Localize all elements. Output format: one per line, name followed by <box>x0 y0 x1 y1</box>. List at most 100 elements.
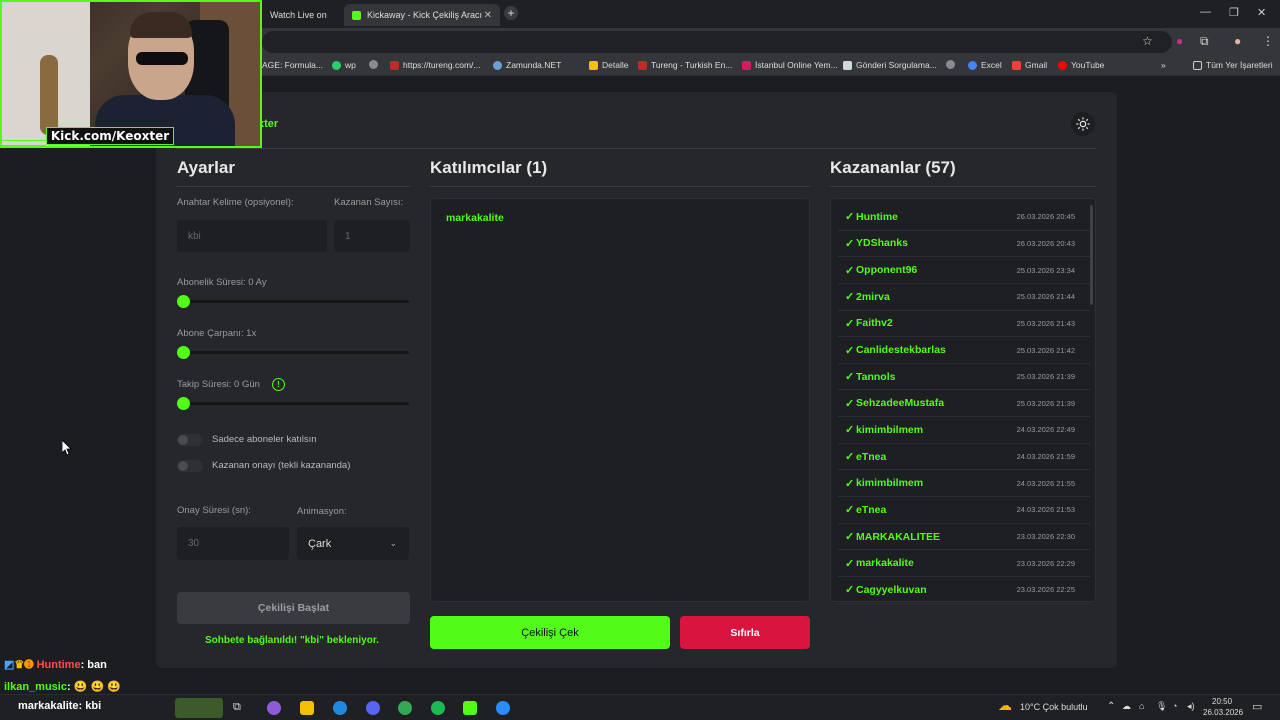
reset-button[interactable]: Sıfırla <box>680 616 810 649</box>
microphone-icon[interactable]: 🎙 <box>1156 701 1167 712</box>
winner-row: ✓ Opponent96 25.03.2026 23:34 <box>838 257 1090 284</box>
weather-icon: ☁ <box>998 697 1012 713</box>
weather-text[interactable]: 10°C Çok bulutlu <box>1020 702 1088 712</box>
winner-date: 25.03.2026 21:42 <box>1016 345 1075 355</box>
winner-confirm-toggle[interactable] <box>177 460 203 472</box>
check-icon: ✓ <box>845 397 855 410</box>
chevron-right-icon[interactable]: » <box>1161 60 1166 70</box>
bookmark-item[interactable]: https://tureng.com/... <box>390 60 480 70</box>
bookmark-item[interactable]: Detalle <box>589 60 628 70</box>
confirm-time-input[interactable]: 30 <box>177 527 289 560</box>
bookmark-item[interactable]: wp <box>332 60 356 70</box>
info-icon[interactable]: ! <box>272 378 285 391</box>
clock-time[interactable]: 20:50 <box>1212 697 1232 706</box>
task-view-icon[interactable]: ⧉ <box>233 701 247 715</box>
winner-row: ✓ Faithv2 25.03.2026 21:43 <box>838 311 1090 338</box>
file-explorer-icon[interactable] <box>300 701 314 715</box>
bookmark-item[interactable]: Zamunda.NET <box>493 60 561 70</box>
draw-winner-button[interactable]: Çekilişi Çek <box>430 616 670 649</box>
slider-thumb[interactable] <box>177 346 190 359</box>
bookmark-item[interactable]: Gmail <box>1012 60 1047 70</box>
animation-select[interactable]: Çark ⌄ <box>297 527 409 560</box>
follow-duration-slider[interactable] <box>177 402 409 405</box>
winner-row: ✓ kimimbilmem 24.03.2026 22:49 <box>838 417 1090 444</box>
clock-date[interactable]: 26.03.2026 <box>1203 708 1243 717</box>
winner-count-input[interactable]: 1 <box>334 220 410 252</box>
menu-dots-icon[interactable]: ⋮ <box>1262 34 1274 48</box>
animation-label: Animasyon: <box>297 506 347 517</box>
winner-date: 24.03.2026 21:53 <box>1016 505 1075 515</box>
obs-icon[interactable] <box>496 701 510 715</box>
copilot-icon[interactable] <box>267 701 281 715</box>
scrollbar[interactable] <box>1090 205 1093 305</box>
participants-title: Katılımcılar (1) <box>430 158 548 177</box>
participants-panel <box>430 198 810 602</box>
chevron-up-icon[interactable]: ⌃ <box>1107 701 1115 712</box>
slider-thumb[interactable] <box>177 397 190 410</box>
chrome-icon[interactable] <box>398 701 412 715</box>
slider-thumb[interactable] <box>177 295 190 308</box>
discord-icon[interactable] <box>366 701 380 715</box>
chat-message: ◩♛➊ Huntime: ban <box>4 659 107 671</box>
volume-icon[interactable]: ◂) <box>1187 701 1195 712</box>
overlay-stripe <box>0 140 46 146</box>
winner-row: ✓ Canlidestekbarlas 25.03.2026 21:42 <box>838 337 1090 364</box>
tureng-icon <box>390 60 399 70</box>
winner-row: ✓ eTnea 24.03.2026 21:59 <box>838 444 1090 471</box>
kick-app-icon[interactable] <box>463 701 477 715</box>
winner-date: 24.03.2026 21:59 <box>1016 452 1075 462</box>
winner-date: 23.03.2026 22:29 <box>1016 558 1075 568</box>
subs-only-label: Sadece aboneler katılsın <box>212 434 317 445</box>
check-icon: ✓ <box>845 237 855 250</box>
keyword-input[interactable]: kbi <box>177 220 327 252</box>
profile-avatar[interactable]: ● <box>1234 34 1241 48</box>
winner-name: eTnea <box>856 503 887 516</box>
wifi-icon[interactable]: ◔ <box>1172 701 1177 711</box>
bookmark-item[interactable] <box>946 60 959 69</box>
check-icon: ✓ <box>845 531 855 544</box>
spotify-icon[interactable] <box>431 701 445 715</box>
url-field[interactable] <box>262 31 1172 53</box>
bookmark-item[interactable]: YouTube <box>1058 60 1104 70</box>
winner-name: Canlidestekbarlas <box>856 344 946 357</box>
bookmark-item[interactable]: AGE: Formula... <box>262 60 323 70</box>
close-icon[interactable]: ✕ <box>484 10 492 21</box>
sub-duration-slider[interactable] <box>177 300 409 303</box>
extensions-puzzle-icon[interactable]: ⧉ <box>1200 34 1209 49</box>
sub-multiplier-slider[interactable] <box>177 351 409 354</box>
start-draw-button[interactable]: Çekilişi Başlat <box>177 592 410 624</box>
bookmark-item[interactable]: Excel <box>968 60 1002 70</box>
winner-date: 25.03.2026 23:34 <box>1016 265 1075 275</box>
tab-kickaway[interactable]: Kickaway - Kick Çekiliş Aracı ✕ <box>344 4 500 26</box>
notification-icon[interactable]: ▭ <box>1252 700 1262 713</box>
winner-name: Faithv2 <box>856 317 893 330</box>
widgets-icon[interactable] <box>175 698 223 718</box>
edge-icon[interactable] <box>333 701 347 715</box>
bookmark-item[interactable] <box>369 60 382 69</box>
winner-row: ✓ 2mirva 25.03.2026 21:44 <box>838 284 1090 311</box>
winner-date: 25.03.2026 21:39 <box>1016 398 1075 408</box>
ptt-icon <box>843 60 852 70</box>
gmail-icon <box>1012 60 1021 70</box>
tab-watch-live[interactable]: Watch Live on <box>262 4 342 26</box>
new-tab-button[interactable]: + <box>504 6 518 20</box>
toggle-knob <box>178 435 188 445</box>
extension-icon[interactable]: ● <box>1176 34 1183 48</box>
network-icon[interactable]: ☁ <box>1122 701 1131 712</box>
settings-button[interactable] <box>1071 112 1095 136</box>
bookmark-item[interactable]: Tureng - Turkish En... <box>638 60 732 70</box>
subs-only-toggle[interactable] <box>177 434 203 446</box>
restore-icon[interactable]: ❐ <box>1229 6 1239 19</box>
sub-duration-label: Abonelik Süresi: 0 Ay <box>177 277 267 288</box>
chevron-down-icon: ⌄ <box>389 538 397 548</box>
winner-date: 25.03.2026 21:39 <box>1016 372 1075 382</box>
winner-date: 26.03.2026 20:43 <box>1016 238 1075 248</box>
onedrive-icon[interactable]: ⌂ <box>1139 701 1144 711</box>
bookmark-item[interactable]: Gönderi Sorgulama... <box>843 60 937 70</box>
window-close-icon[interactable]: ✕ <box>1257 6 1266 19</box>
all-bookmarks[interactable]: Tüm Yer İşaretleri <box>1193 60 1273 70</box>
mouse-cursor-icon <box>62 440 72 456</box>
bookmark-item[interactable]: İstanbul Online Yem... <box>742 60 838 70</box>
minimize-icon[interactable]: — <box>1200 6 1211 18</box>
star-icon[interactable]: ☆ <box>1142 34 1153 48</box>
